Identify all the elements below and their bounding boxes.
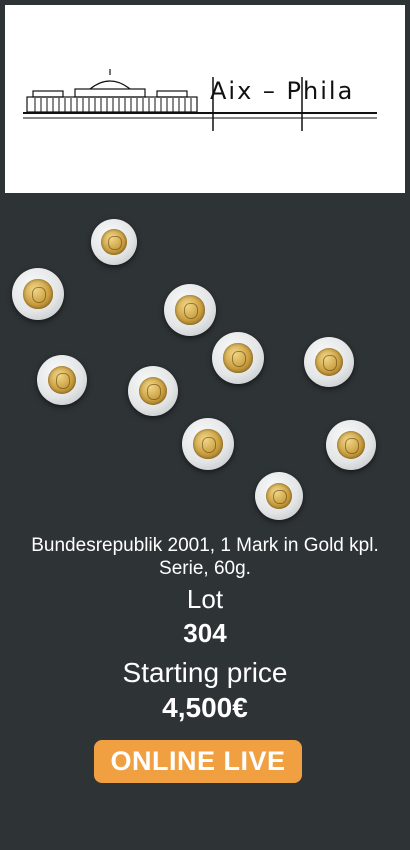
lot-label: Lot bbox=[186, 584, 224, 614]
lot-number: 304 bbox=[183, 618, 227, 648]
starting-price-value: 4,500€ bbox=[162, 692, 248, 723]
coin-set-photo bbox=[0, 200, 410, 530]
coin-icon bbox=[255, 472, 303, 520]
auction-house-logo: Aix – Phila bbox=[5, 5, 405, 193]
coin-icon bbox=[12, 268, 64, 320]
coin-icon bbox=[164, 284, 216, 336]
logo-wordmark: Aix – Phila bbox=[210, 77, 355, 105]
coin-icon bbox=[304, 337, 354, 387]
coin-icon bbox=[212, 332, 264, 384]
starting-price-label: Starting price bbox=[122, 657, 288, 688]
coin-icon bbox=[326, 420, 376, 470]
coin-icon bbox=[128, 366, 178, 416]
online-live-button[interactable]: ONLINE LIVE bbox=[94, 740, 302, 783]
coin-icon bbox=[37, 355, 87, 405]
coin-icon bbox=[91, 219, 137, 265]
coin-icon bbox=[182, 418, 234, 470]
lot-description: Bundesrepublik 2001, 1 Mark in Gold kpl.… bbox=[31, 535, 379, 579]
